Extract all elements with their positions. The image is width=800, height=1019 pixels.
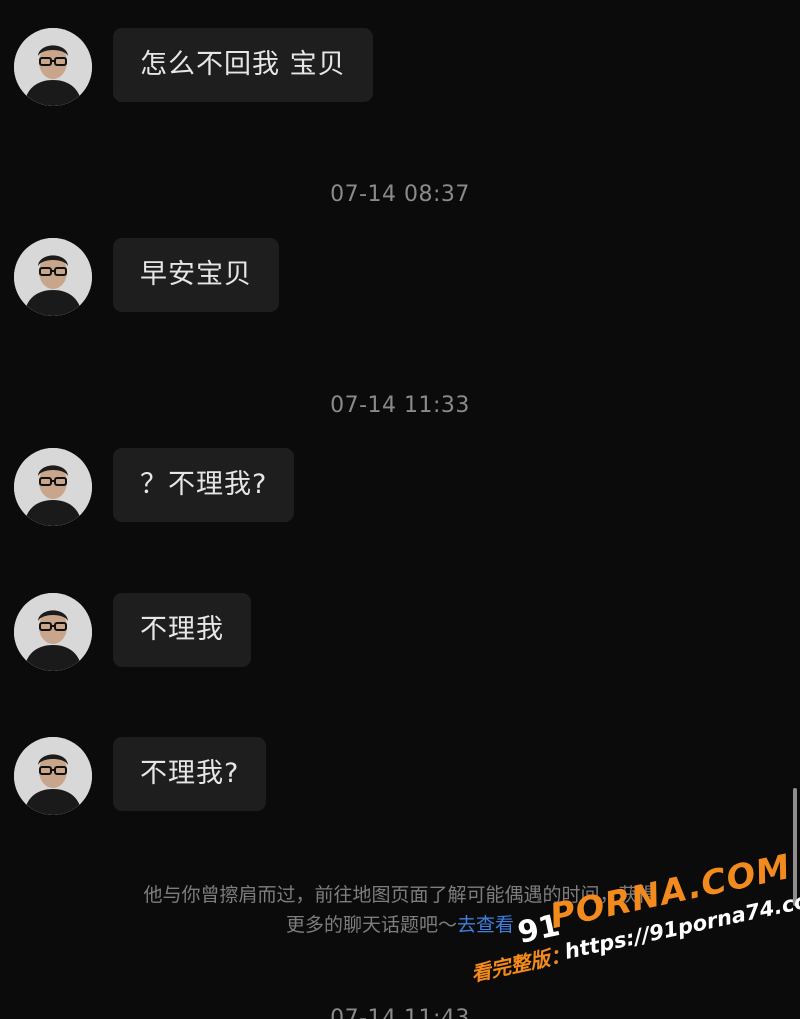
avatar[interactable]: [14, 28, 92, 106]
avatar[interactable]: [14, 448, 92, 526]
message-bubble[interactable]: 早安宝贝: [113, 238, 279, 312]
timestamp: 07-14 11:43: [330, 1006, 470, 1019]
scrollbar[interactable]: [793, 788, 797, 906]
message-bubble[interactable]: 不理我: [113, 593, 251, 667]
avatar[interactable]: [14, 593, 92, 671]
message-bubble[interactable]: 不理我?: [113, 737, 267, 811]
notice-line-1: 他与你曾擦肩而过，前往地图页面了解可能偶遇的时间，获得: [143, 884, 657, 906]
message-row: 早安宝贝: [14, 238, 279, 316]
avatar-photo-icon: [14, 28, 92, 106]
message-bubble[interactable]: 怎么不回我 宝贝: [113, 28, 373, 102]
message-row: 不理我: [14, 593, 251, 671]
encounter-notice: 他与你曾擦肩而过，前往地图页面了解可能偶遇的时间，获得 更多的聊天话题吧～去查看: [0, 880, 800, 940]
timestamp: 07-14 11:33: [330, 393, 470, 418]
avatar[interactable]: [14, 737, 92, 815]
avatar-photo-icon: [14, 448, 92, 526]
timestamp: 07-14 08:37: [330, 182, 470, 207]
chat-thread[interactable]: 怎么不回我 宝贝 07-14 08:37 早安宝贝 07-14 11:33 ？不…: [0, 0, 800, 1019]
avatar[interactable]: [14, 238, 92, 316]
message-row: ？不理我?: [14, 448, 295, 526]
view-map-link[interactable]: 去查看: [457, 914, 514, 936]
avatar-photo-icon: [14, 593, 92, 671]
notice-line-2: 更多的聊天话题吧～去查看: [0, 910, 800, 940]
message-row: 不理我?: [14, 737, 267, 815]
avatar-photo-icon: [14, 737, 92, 815]
avatar-photo-icon: [14, 238, 92, 316]
watermark-cta: 看完整版：: [468, 941, 572, 987]
notice-line-2-text: 更多的聊天话题吧～: [285, 914, 457, 936]
message-row: 怎么不回我 宝贝: [14, 28, 373, 106]
message-bubble[interactable]: ？不理我?: [113, 448, 295, 522]
